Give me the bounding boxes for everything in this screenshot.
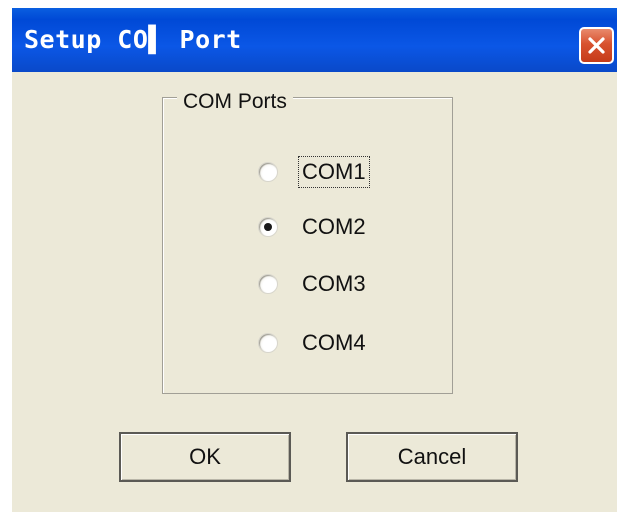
radio-button[interactable]: [258, 274, 278, 294]
radio-option-com3[interactable]: COM3: [258, 267, 370, 301]
window-title: Setup CO▌ Port: [24, 25, 242, 54]
cancel-button[interactable]: Cancel: [346, 432, 518, 482]
radio-selected-dot: [264, 223, 272, 231]
radio-button[interactable]: [258, 333, 278, 353]
ok-button[interactable]: OK: [119, 432, 291, 482]
radio-option-com2[interactable]: COM2: [258, 210, 370, 244]
groupbox-legend: COM Ports: [177, 90, 293, 114]
radio-label[interactable]: COM1: [298, 156, 370, 188]
radio-label[interactable]: COM3: [298, 268, 370, 300]
close-icon: [588, 37, 605, 54]
close-button[interactable]: [579, 27, 614, 64]
radio-label[interactable]: COM2: [298, 211, 370, 243]
radio-option-com4[interactable]: COM4: [258, 326, 370, 360]
radio-label[interactable]: COM4: [298, 327, 370, 359]
radio-option-com1[interactable]: COM1: [258, 155, 370, 189]
radio-button[interactable]: [258, 162, 278, 182]
radio-button-selected[interactable]: [258, 217, 278, 237]
title-bar[interactable]: Setup CO▌ Port: [12, 8, 617, 72]
